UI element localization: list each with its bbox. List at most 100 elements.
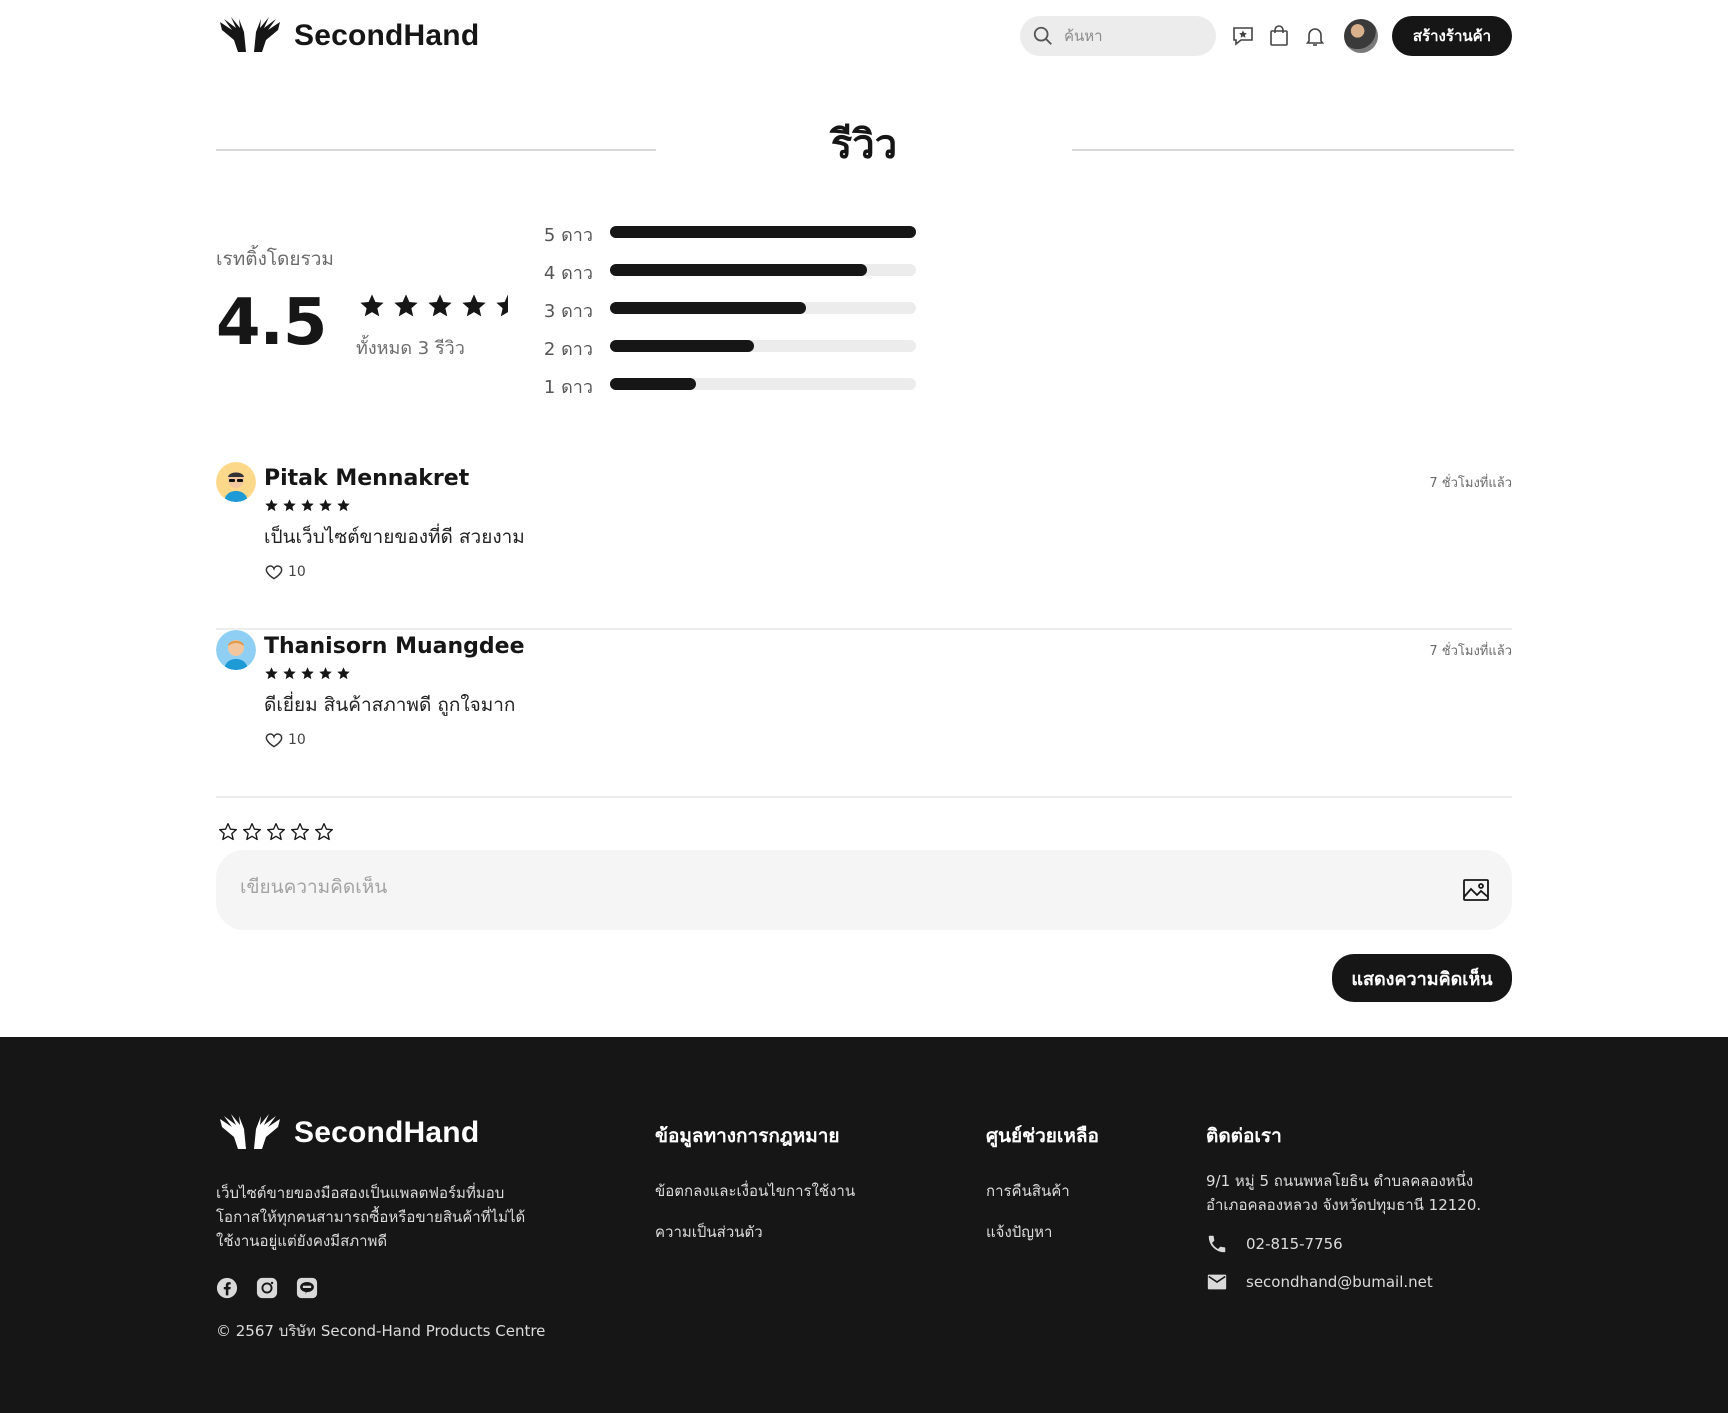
rating-bar-track <box>610 378 916 390</box>
privacy-link[interactable]: ความเป็นส่วนตัว <box>655 1220 855 1244</box>
star-icon <box>494 292 522 324</box>
rating-bar-row: 3 ดาว <box>530 296 950 322</box>
review-item: Thanisorn Muangdee 7 ชั่วโมงที่แล้ว ดีเย… <box>216 630 1512 798</box>
user-avatar[interactable] <box>1344 19 1378 53</box>
terms-link[interactable]: ข้อตกลงและเงื่อนไขการใช้งาน <box>655 1179 855 1203</box>
star-icon <box>318 666 333 685</box>
create-shop-button[interactable]: สร้างร้านค้า <box>1392 16 1512 56</box>
rating-bar-fill <box>610 340 754 352</box>
shopping-bag-icon[interactable] <box>1265 22 1293 50</box>
rate-star-icon[interactable] <box>218 822 238 842</box>
brand-name: SecondHand <box>294 19 480 52</box>
contact-email[interactable]: secondhand@bumail.net <box>1206 1271 1496 1293</box>
rating-bar-label: 2 ดาว <box>543 339 593 360</box>
phone-icon <box>1208 1235 1226 1253</box>
rating-bar-row: 2 ดาว <box>530 334 950 360</box>
legal-heading: ข้อมูลทางการกฎหมาย <box>655 1125 840 1147</box>
star-icon <box>426 292 454 324</box>
search-icon <box>1033 26 1052 45</box>
rating-bar-track <box>610 340 916 352</box>
submit-comment-button[interactable]: แสดงความคิดเห็น <box>1332 954 1512 1002</box>
contact-phone[interactable]: 02-815-7756 <box>1206 1233 1496 1255</box>
rate-star-icon[interactable] <box>290 822 310 842</box>
overall-rating-label: เรทติ้งโดยรวม <box>216 248 334 270</box>
star-icon <box>460 292 488 324</box>
rating-bar-fill <box>610 264 868 276</box>
rate-star-icon[interactable] <box>314 822 334 842</box>
rating-bar-label: 5 ดาว <box>543 225 593 246</box>
star-icon <box>336 666 351 685</box>
contact-address: 9/1 หมู่ 5 ถนนพหลโยธิน ตำบลคลองหนึ่ง อำเ… <box>1206 1172 1482 1214</box>
title-divider-left <box>216 149 656 151</box>
review-time: 7 ชั่วโมงที่แล้ว <box>1429 476 1512 491</box>
like-count: 10 <box>288 732 306 748</box>
reviewer-avatar <box>216 630 256 670</box>
like-count: 10 <box>288 564 306 580</box>
rate-star-icon[interactable] <box>266 822 286 842</box>
rating-bar-track <box>610 226 916 238</box>
footer-legal-column: ข้อมูลทางการกฎหมาย ข้อตกลงและเงื่อนไขการ… <box>655 1121 855 1261</box>
heart-icon <box>265 733 283 748</box>
review-stars <box>264 666 351 685</box>
comment-rating-input[interactable] <box>218 822 334 842</box>
star-icon <box>264 666 279 685</box>
star-icon <box>300 666 315 685</box>
facebook-icon[interactable] <box>216 1277 238 1299</box>
overall-rating-score: 4.5 <box>216 286 327 360</box>
rating-bar-row: 4 ดาว <box>530 258 950 284</box>
review-time: 7 ชั่วโมงที่แล้ว <box>1429 644 1512 659</box>
help-heading: ศูนย์ช่วยเหลือ <box>986 1125 1099 1147</box>
copyright-text: © 2567 บริษัท Second-Hand Products Centr… <box>216 1322 546 1340</box>
footer-contact-column: ติดต่อเรา 9/1 หมู่ 5 ถนนพหลโยธิน ตำบลคลอ… <box>1206 1121 1496 1293</box>
search-bar[interactable] <box>1020 16 1216 56</box>
search-input[interactable] <box>1064 27 1204 45</box>
hands-logo-icon <box>220 17 280 52</box>
review-text: เป็นเว็บไซต์ขายของที่ดี สวยงาม <box>264 526 525 548</box>
rating-bar-track <box>610 302 916 314</box>
star-icon <box>336 498 351 517</box>
star-icon <box>282 666 297 685</box>
footer-description: เว็บไซต์ขายของมือสองเป็นแพลตฟอร์มที่มอบโ… <box>216 1184 526 1250</box>
rating-bar-label: 1 ดาว <box>543 377 593 398</box>
reviewer-avatar <box>216 462 256 502</box>
footer-brand-name: SecondHand <box>294 1116 480 1149</box>
image-upload-icon[interactable] <box>1462 876 1490 904</box>
mail-icon <box>1207 1274 1227 1290</box>
social-links <box>216 1277 318 1299</box>
comment-box <box>216 850 1512 930</box>
footer-help-column: ศูนย์ช่วยเหลือ การคืนสินค้า แจ้งปัญหา <box>986 1121 1099 1261</box>
contact-heading: ติดต่อเรา <box>1206 1125 1282 1147</box>
overall-rating-stars <box>358 292 522 324</box>
footer-brand-logo[interactable]: SecondHand <box>218 1113 479 1153</box>
phone-number: 02-815-7756 <box>1246 1235 1343 1253</box>
star-icon <box>264 498 279 517</box>
star-icon <box>282 498 297 517</box>
star-icon <box>318 498 333 517</box>
like-button[interactable]: 10 <box>264 562 306 582</box>
review-total-count: ทั้งหมด 3 รีวิว <box>356 338 465 359</box>
rate-star-icon[interactable] <box>242 822 262 842</box>
star-icon <box>392 292 420 324</box>
line-icon[interactable] <box>296 1277 318 1299</box>
like-button[interactable]: 10 <box>264 730 306 750</box>
page-title: รีวิว <box>830 122 898 168</box>
review-stars <box>264 498 351 517</box>
rating-bar-fill <box>610 302 806 314</box>
rating-bar-label: 3 ดาว <box>543 301 593 322</box>
report-problem-link[interactable]: แจ้งปัญหา <box>986 1220 1099 1244</box>
brand-logo[interactable]: SecondHand <box>218 16 479 56</box>
rating-bar-row: 1 ดาว <box>530 372 950 398</box>
bell-icon[interactable] <box>1301 22 1329 50</box>
comment-input[interactable] <box>240 876 1390 898</box>
rating-bar-row: 5 ดาว <box>530 220 950 246</box>
review-text: ดีเยี่ยม สินค้าสภาพดี ถูกใจมาก <box>264 694 516 716</box>
rating-bar-fill <box>610 226 916 238</box>
star-icon <box>300 498 315 517</box>
top-navbar: SecondHand สร้างร้านค้า <box>0 0 1728 72</box>
returns-link[interactable]: การคืนสินค้า <box>986 1179 1099 1203</box>
chat-star-icon[interactable] <box>1229 22 1257 50</box>
rating-bar-fill <box>610 378 696 390</box>
rating-bar-track <box>610 264 916 276</box>
instagram-icon[interactable] <box>256 1277 278 1299</box>
hands-logo-icon <box>220 1114 280 1149</box>
